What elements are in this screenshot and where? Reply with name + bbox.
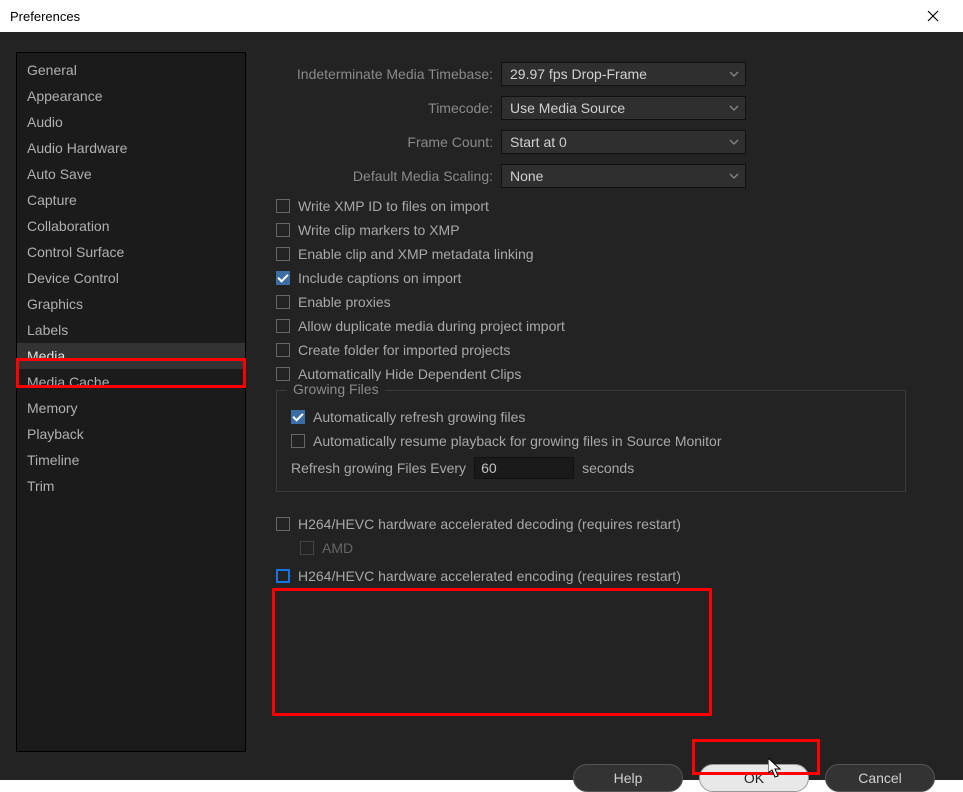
chevron-down-icon: [729, 100, 739, 116]
label-timecode: Timecode:: [276, 100, 501, 116]
checkbox-icon[interactable]: [276, 319, 290, 333]
checkbox-icon[interactable]: [276, 517, 290, 531]
check-label: Enable proxies: [298, 294, 391, 310]
sidebar-item-media-cache[interactable]: Media Cache: [17, 369, 245, 395]
dropdown-timecode-value: Use Media Source: [510, 100, 625, 116]
dropdown-frame-count-value: Start at 0: [510, 134, 567, 150]
close-button[interactable]: [913, 0, 953, 32]
sidebar-item-appearance[interactable]: Appearance: [17, 83, 245, 109]
ok-button[interactable]: OK: [699, 764, 809, 792]
sidebar-item-capture[interactable]: Capture: [17, 187, 245, 213]
label-frame-count: Frame Count:: [276, 134, 501, 150]
check-create-folder[interactable]: Create folder for imported projects: [276, 342, 945, 358]
check-hw-amd: AMD: [276, 540, 945, 556]
sidebar-item-audio-hardware[interactable]: Audio Hardware: [17, 135, 245, 161]
content: General Appearance Audio Audio Hardware …: [16, 52, 953, 752]
check-include-captions[interactable]: Include captions on import: [276, 270, 945, 286]
checkbox-icon[interactable]: [276, 223, 290, 237]
row-scaling: Default Media Scaling: None: [276, 164, 945, 188]
check-label: Automatically Hide Dependent Clips: [298, 366, 521, 382]
checkbox-icon[interactable]: [276, 271, 290, 285]
checkbox-icon[interactable]: [276, 367, 290, 381]
check-auto-resume-growing[interactable]: Automatically resume playback for growin…: [291, 433, 891, 449]
chevron-down-icon: [729, 66, 739, 82]
close-icon: [927, 10, 939, 22]
dialog-body: General Appearance Audio Audio Hardware …: [0, 32, 963, 780]
refresh-row: Refresh growing Files Every seconds: [291, 457, 891, 479]
check-label: Create folder for imported projects: [298, 342, 510, 358]
chevron-down-icon: [729, 134, 739, 150]
footer: Help OK Cancel: [16, 752, 953, 792]
check-label: Enable clip and XMP metadata linking: [298, 246, 534, 262]
check-write-xmp[interactable]: Write XMP ID to files on import: [276, 198, 945, 214]
sidebar-item-auto-save[interactable]: Auto Save: [17, 161, 245, 187]
check-label: Include captions on import: [298, 270, 461, 286]
sidebar-item-media[interactable]: Media: [17, 343, 245, 369]
dropdown-timebase-value: 29.97 fps Drop-Frame: [510, 66, 647, 82]
sidebar-item-control-surface[interactable]: Control Surface: [17, 239, 245, 265]
checkbox-icon[interactable]: [276, 343, 290, 357]
sidebar-item-labels[interactable]: Labels: [17, 317, 245, 343]
sidebar-item-graphics[interactable]: Graphics: [17, 291, 245, 317]
check-allow-duplicate[interactable]: Allow duplicate media during project imp…: [276, 318, 945, 334]
checkbox-icon[interactable]: [291, 434, 305, 448]
dropdown-timecode[interactable]: Use Media Source: [501, 96, 746, 120]
check-write-clip-markers[interactable]: Write clip markers to XMP: [276, 222, 945, 238]
refresh-interval-input[interactable]: [474, 457, 574, 479]
check-hw-decode[interactable]: H264/HEVC hardware accelerated decoding …: [276, 516, 945, 532]
row-timebase: Indeterminate Media Timebase: 29.97 fps …: [276, 62, 945, 86]
sidebar-item-general[interactable]: General: [17, 57, 245, 83]
check-label: Automatically refresh growing files: [313, 409, 525, 425]
checkbox-icon[interactable]: [291, 410, 305, 424]
check-label: Automatically resume playback for growin…: [313, 433, 722, 449]
sidebar-item-timeline[interactable]: Timeline: [17, 447, 245, 473]
checkbox-icon[interactable]: [276, 247, 290, 261]
sidebar-item-audio[interactable]: Audio: [17, 109, 245, 135]
dropdown-scaling-value: None: [510, 168, 543, 184]
row-timecode: Timecode: Use Media Source: [276, 96, 945, 120]
help-button[interactable]: Help: [573, 764, 683, 792]
sidebar-item-memory[interactable]: Memory: [17, 395, 245, 421]
check-label: Write clip markers to XMP: [298, 222, 460, 238]
checkbox-icon[interactable]: [276, 295, 290, 309]
sidebar-item-trim[interactable]: Trim: [17, 473, 245, 499]
checkbox-icon[interactable]: [276, 569, 290, 583]
group-growing-files: Growing Files Automatically refresh grow…: [276, 390, 906, 492]
sidebar-item-collaboration[interactable]: Collaboration: [17, 213, 245, 239]
check-auto-refresh-growing[interactable]: Automatically refresh growing files: [291, 409, 891, 425]
dropdown-scaling[interactable]: None: [501, 164, 746, 188]
check-label: Write XMP ID to files on import: [298, 198, 489, 214]
checkbox-icon[interactable]: [276, 199, 290, 213]
check-label: H264/HEVC hardware accelerated encoding …: [298, 568, 681, 584]
check-label: Allow duplicate media during project imp…: [298, 318, 565, 334]
cancel-button[interactable]: Cancel: [825, 764, 935, 792]
label-timebase: Indeterminate Media Timebase:: [276, 66, 501, 82]
group-title: Growing Files: [287, 381, 385, 397]
settings-panel: Indeterminate Media Timebase: 29.97 fps …: [246, 52, 953, 752]
check-auto-hide-clips[interactable]: Automatically Hide Dependent Clips: [276, 366, 945, 382]
sidebar: General Appearance Audio Audio Hardware …: [16, 52, 246, 752]
sidebar-item-playback[interactable]: Playback: [17, 421, 245, 447]
refresh-label-post: seconds: [582, 460, 634, 476]
check-enable-clip-xmp[interactable]: Enable clip and XMP metadata linking: [276, 246, 945, 262]
check-label: AMD: [322, 540, 353, 556]
check-enable-proxies[interactable]: Enable proxies: [276, 294, 945, 310]
label-scaling: Default Media Scaling:: [276, 168, 501, 184]
dropdown-timebase[interactable]: 29.97 fps Drop-Frame: [501, 62, 746, 86]
window-title: Preferences: [10, 9, 80, 24]
titlebar: Preferences: [0, 0, 963, 32]
checkbox-icon: [300, 541, 314, 555]
check-hw-encode[interactable]: H264/HEVC hardware accelerated encoding …: [276, 568, 945, 584]
dropdown-frame-count[interactable]: Start at 0: [501, 130, 746, 154]
row-frame-count: Frame Count: Start at 0: [276, 130, 945, 154]
sidebar-item-device-control[interactable]: Device Control: [17, 265, 245, 291]
chevron-down-icon: [729, 168, 739, 184]
check-label: H264/HEVC hardware accelerated decoding …: [298, 516, 681, 532]
refresh-label-pre: Refresh growing Files Every: [291, 460, 466, 476]
